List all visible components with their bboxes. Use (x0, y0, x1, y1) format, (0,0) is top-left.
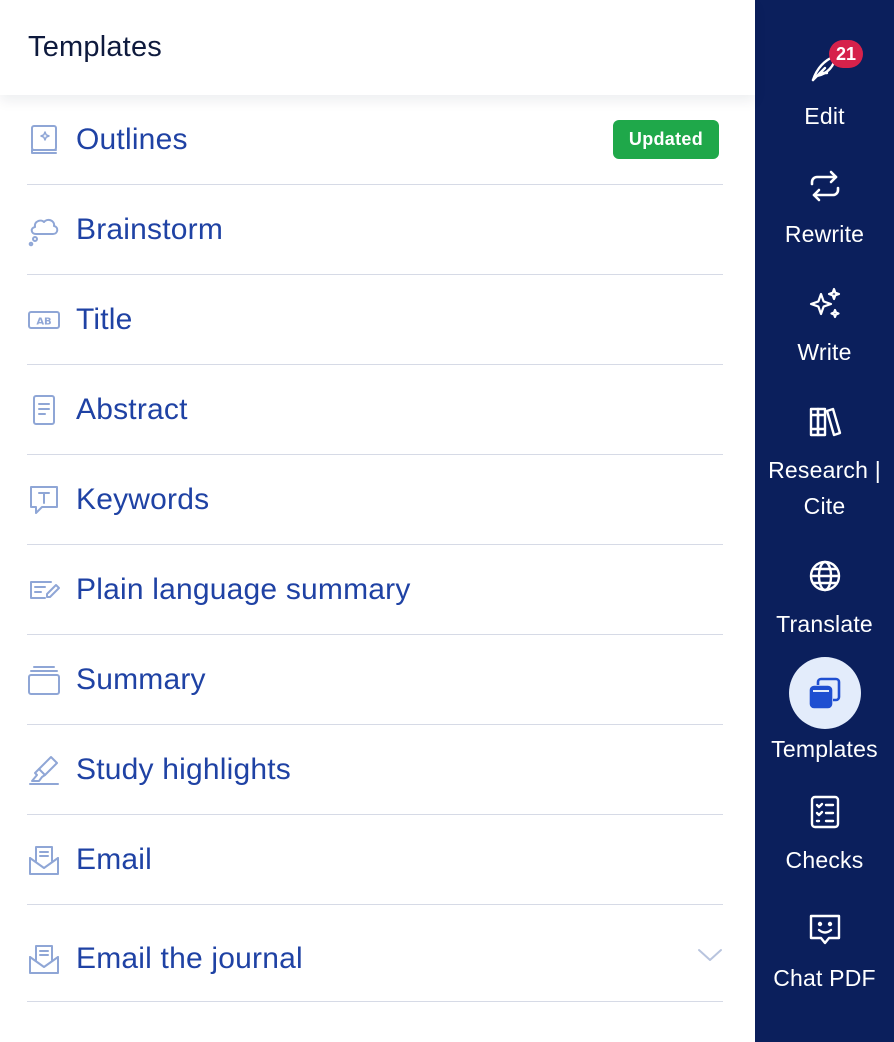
nav-rewrite[interactable]: Rewrite (755, 166, 894, 252)
globe-icon (805, 556, 845, 596)
template-item-email[interactable]: Email (27, 815, 723, 905)
template-item-label: Email (76, 842, 153, 876)
ab-title-icon: AB (27, 303, 61, 337)
template-item-title[interactable]: AB Title (27, 275, 723, 365)
template-item-label: Outlines (76, 122, 188, 156)
chevron-down-icon[interactable] (697, 947, 723, 963)
nav-chat-pdf[interactable]: Chat PDF (755, 910, 894, 996)
nav-label: Edit (804, 103, 845, 129)
template-item-label: Abstract (76, 392, 188, 426)
template-item-plain-language-summary[interactable]: Plain language summary (27, 545, 723, 635)
template-list: Outlines Updated Brainstorm AB Title Abs… (27, 95, 723, 1002)
template-item-outlines[interactable]: Outlines Updated (27, 95, 723, 185)
nav-write[interactable]: Write (755, 284, 894, 370)
text-edit-icon (27, 573, 61, 607)
repeat-icon (805, 166, 845, 206)
side-toolbar: Edit 21 Rewrite Write Research | Cite Tr… (755, 0, 894, 1042)
template-item-label: Keywords (76, 482, 210, 516)
chat-smile-icon (805, 910, 845, 950)
template-item-label: Brainstorm (76, 212, 224, 246)
panel-header: Templates (0, 0, 755, 95)
book-sparkle-icon (27, 123, 61, 157)
nav-research-cite[interactable]: Research | Cite (755, 402, 894, 524)
nav-label: Translate (776, 611, 873, 637)
sparkles-icon (805, 284, 845, 324)
active-indicator (788, 657, 861, 729)
template-item-label: Study highlights (76, 752, 292, 786)
template-item-abstract[interactable]: Abstract (27, 365, 723, 455)
nav-checks[interactable]: Checks (755, 792, 894, 878)
template-item-study-highlights[interactable]: Study highlights (27, 725, 723, 815)
template-item-label: Summary (76, 662, 206, 696)
nav-label: Checks (785, 847, 864, 873)
envelope-doc-icon (27, 942, 61, 976)
template-item-keywords[interactable]: Keywords (27, 455, 723, 545)
template-item-summary[interactable]: Summary (27, 635, 723, 725)
nav-translate[interactable]: Translate (755, 556, 894, 642)
nav-edit[interactable]: Edit (755, 48, 894, 134)
nav-label: Research | (768, 457, 881, 483)
highlighter-icon (27, 753, 61, 787)
books-icon (805, 402, 845, 442)
template-item-email-the-journal[interactable]: Email the journal (27, 905, 723, 1002)
nav-label: Templates (771, 736, 878, 762)
nav-label: Write (797, 339, 852, 365)
speech-t-icon (27, 483, 61, 517)
svg-text:AB: AB (36, 316, 51, 327)
document-lines-icon (27, 393, 61, 427)
template-item-label: Title (76, 302, 133, 336)
template-item-label: Plain language summary (76, 572, 411, 606)
panel-title: Templates (28, 31, 162, 63)
template-item-brainstorm[interactable]: Brainstorm (27, 185, 723, 275)
windows-icon (805, 673, 845, 713)
nav-label: Rewrite (784, 221, 865, 247)
nav-label-line2: Cite (803, 493, 846, 519)
template-item-label: Email the journal (76, 942, 303, 975)
templates-panel: Templates Outlines Updated Brainstorm AB… (0, 0, 755, 1042)
checklist-icon (805, 792, 845, 832)
stack-card-icon (27, 663, 61, 697)
nav-label: Chat PDF (773, 965, 876, 991)
envelope-doc-icon (27, 843, 61, 877)
nav-templates[interactable]: Templates (755, 657, 894, 767)
edit-count-badge: 21 (829, 40, 863, 68)
updated-badge: Updated (612, 120, 719, 159)
thought-cloud-icon (27, 213, 61, 247)
